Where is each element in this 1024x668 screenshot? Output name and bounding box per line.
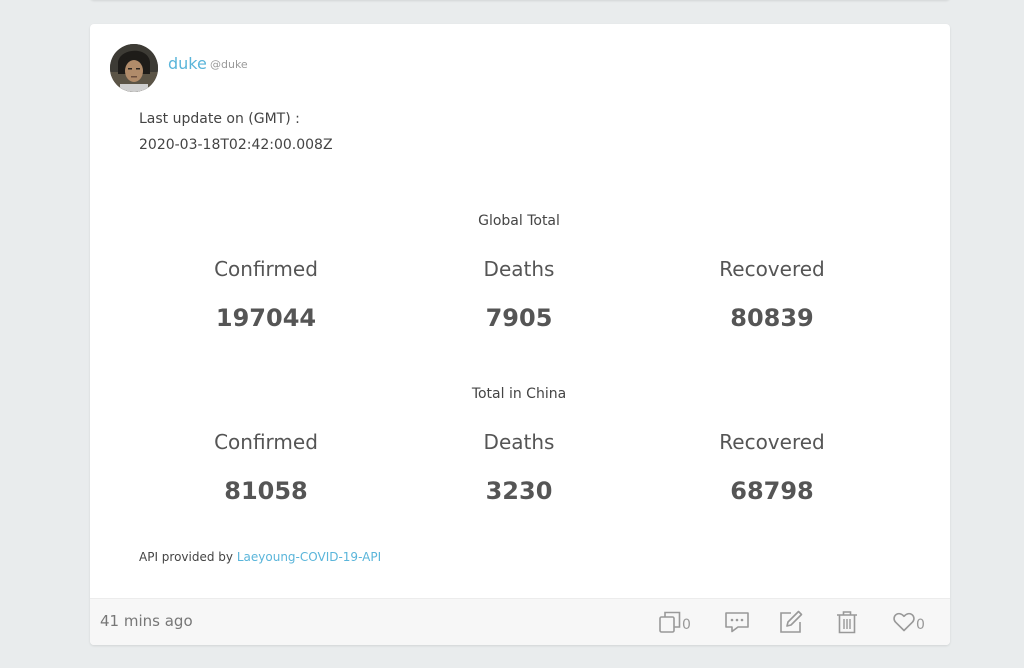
update-timestamp: 2020-03-18T02:42:00.008Z [139,137,333,153]
api-attribution-prefix: API provided by [139,550,234,564]
repost-icon [659,611,681,633]
china-recovered-label: Recovered [719,430,825,454]
global-total-title: Global Total [478,213,560,229]
author-handle: @duke [210,58,248,71]
comment-icon [725,612,749,633]
edit-button[interactable] [779,609,803,635]
like-count: 0 [916,617,925,633]
api-link[interactable]: Laeyoung-COVID-19-API [237,550,381,564]
like-button[interactable]: 0 [893,609,925,635]
global-deaths-label: Deaths [483,257,555,281]
global-confirmed: Confirmed 197044 [166,254,366,334]
edit-icon [780,610,803,633]
global-confirmed-label: Confirmed [214,257,318,281]
china-confirmed-label: Confirmed [214,430,318,454]
repost-count: 0 [682,617,691,633]
china-confirmed-value: 81058 [224,477,308,505]
global-recovered: Recovered 80839 [672,254,872,334]
heart-icon [893,612,915,632]
china-deaths-label: Deaths [483,430,555,454]
avatar-image [110,44,158,92]
china-deaths: Deaths 3230 [419,427,619,507]
global-stats-row: Confirmed 197044 Deaths 7905 Recovered 8… [139,254,899,334]
author-name[interactable]: duke [168,54,207,73]
post-footer: 41 mins ago 0 0 [90,598,950,645]
global-deaths-value: 7905 [485,304,553,332]
api-attribution: API provided by Laeyoung-COVID-19-API [139,550,381,564]
global-recovered-label: Recovered [719,257,825,281]
comment-button[interactable] [724,609,750,635]
avatar[interactable] [110,44,158,92]
china-total-title: Total in China [471,386,567,402]
trash-icon [837,611,857,634]
china-recovered: Recovered 68798 [672,427,872,507]
global-recovered-value: 80839 [730,304,814,332]
china-stats-row: Confirmed 81058 Deaths 3230 Recovered 68… [139,427,899,507]
china-confirmed: Confirmed 81058 [166,427,366,507]
delete-button[interactable] [836,609,858,635]
post-content: Last update on (GMT) : 2020-03-18T02:42:… [139,106,899,564]
china-recovered-value: 68798 [730,477,814,505]
global-confirmed-value: 197044 [215,304,317,332]
update-label: Last update on (GMT) : [139,111,300,127]
china-deaths-value: 3230 [485,477,553,505]
global-deaths: Deaths 7905 [419,254,619,334]
post-card: duke @duke Last update on (GMT) : 2020-0… [90,24,950,645]
post-time-ago[interactable]: 41 mins ago [100,612,193,630]
repost-button[interactable]: 0 [659,609,691,635]
